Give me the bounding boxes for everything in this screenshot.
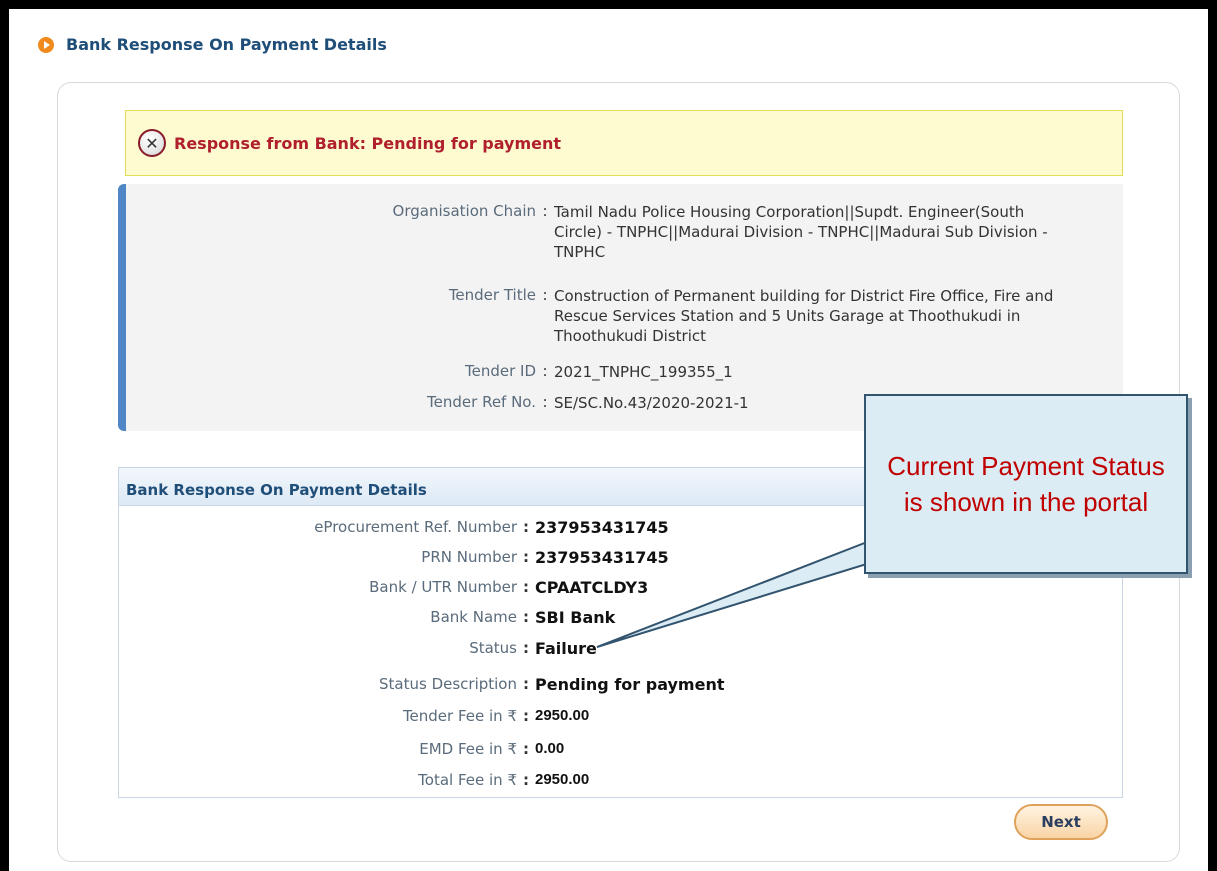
info-row-tender-title: Tender Title : Construction of Permanent…	[126, 286, 1064, 346]
detail-label: Status Description	[379, 675, 517, 693]
detail-value: Pending for payment	[535, 675, 725, 694]
info-label: Tender Ref No.	[427, 393, 536, 411]
info-label: Tender Title	[448, 286, 536, 304]
callout-annotation: Current Payment Status is shown in the p…	[864, 394, 1188, 574]
detail-row-utr: Bank / UTR Number : CPAATCLDY3	[119, 578, 648, 597]
detail-label: Status	[469, 639, 517, 657]
detail-label: Bank Name	[430, 608, 517, 626]
detail-value: CPAATCLDY3	[535, 578, 649, 597]
detail-row-emd-fee: EMD Fee in ₹ : 0.00	[119, 740, 564, 758]
detail-label: EMD Fee in ₹	[419, 740, 517, 758]
info-row-tender-id: Tender ID : 2021_TNPHC_199355_1	[126, 362, 733, 382]
next-button[interactable]: Next	[1014, 804, 1108, 840]
info-label: Organisation Chain	[392, 202, 536, 220]
detail-value: 2950.00	[535, 771, 590, 788]
detail-row-total-fee: Total Fee in ₹ : 2950.00	[119, 771, 589, 789]
detail-value: 237953431745	[535, 548, 669, 567]
info-label: Tender ID	[464, 362, 536, 380]
detail-row-prn: PRN Number : 237953431745	[119, 548, 669, 567]
info-row-organisation: Organisation Chain : Tamil Nadu Police H…	[126, 202, 1054, 262]
detail-row-status: Status : Failure	[119, 639, 597, 658]
alert-message: Response from Bank: Pending for payment	[174, 133, 562, 153]
detail-label: eProcurement Ref. Number	[314, 518, 517, 536]
info-value: 2021_TNPHC_199355_1	[554, 363, 733, 381]
callout-text: Current Payment Status is shown in the p…	[887, 451, 1165, 517]
info-value: Tamil Nadu Police Housing Corporation||S…	[554, 203, 1048, 261]
detail-label: PRN Number	[421, 548, 517, 566]
close-circle-icon: ✕	[138, 129, 166, 157]
detail-value: 0.00	[535, 740, 565, 757]
status-value: Failure	[535, 639, 597, 658]
bullet-arrow-icon	[38, 36, 54, 53]
detail-value: SBI Bank	[535, 608, 616, 627]
detail-value: 237953431745	[535, 518, 669, 537]
bank-response-alert: ✕ Response from Bank: Pending for paymen…	[125, 110, 1123, 176]
detail-row-bank-name: Bank Name : SBI Bank	[119, 608, 615, 627]
info-value: Construction of Permanent building for D…	[554, 287, 1054, 345]
detail-row-eprocurement-ref: eProcurement Ref. Number : 237953431745	[119, 518, 669, 537]
detail-label: Bank / UTR Number	[369, 578, 517, 596]
detail-row-status-description: Status Description : Pending for payment	[119, 675, 724, 694]
detail-value: 2950.00	[535, 707, 590, 724]
detail-label: Tender Fee in ₹	[402, 707, 517, 725]
info-row-tender-ref: Tender Ref No. : SE/SC.No.43/2020-2021-1	[126, 393, 749, 413]
page-title: Bank Response On Payment Details	[66, 35, 387, 54]
info-value: SE/SC.No.43/2020-2021-1	[554, 394, 749, 412]
page-header: Bank Response On Payment Details	[38, 35, 387, 54]
detail-row-tender-fee: Tender Fee in ₹ : 2950.00	[119, 707, 589, 725]
detail-label: Total Fee in ₹	[418, 771, 517, 789]
